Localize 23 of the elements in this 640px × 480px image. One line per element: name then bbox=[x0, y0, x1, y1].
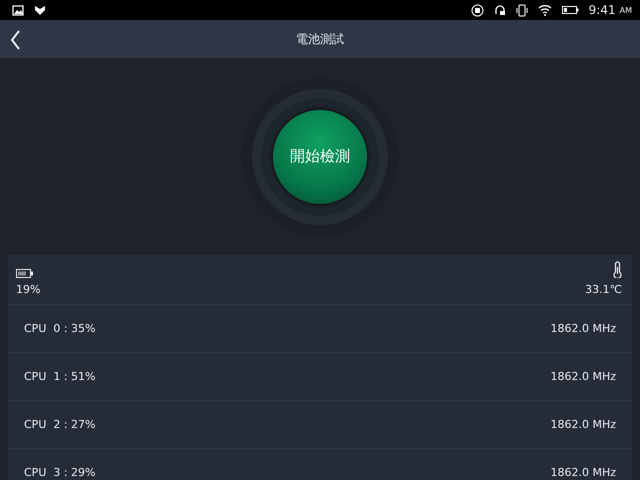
thermometer-icon bbox=[613, 261, 622, 278]
cpu-usage-label: CPU 1 : 51% bbox=[24, 370, 96, 383]
temperature-reading: 33.1℃ bbox=[585, 283, 622, 296]
image-icon bbox=[12, 4, 24, 16]
cpu-frequency: 1862.0 MHz bbox=[550, 370, 616, 383]
cpu-frequency: 1862.0 MHz bbox=[550, 466, 616, 479]
shield-icon bbox=[34, 4, 46, 16]
wifi-icon bbox=[538, 4, 552, 16]
battery-icon bbox=[16, 269, 33, 278]
cpu-frequency: 1862.0 MHz bbox=[550, 418, 616, 431]
headset-icon bbox=[494, 4, 506, 16]
clock-ampm: AM bbox=[620, 6, 632, 14]
cpu-usage-label: CPU 2 : 27% bbox=[24, 418, 96, 431]
status-app-icon bbox=[470, 4, 484, 16]
battery-icon bbox=[562, 5, 579, 15]
screen-title: 電池測試 bbox=[296, 30, 344, 48]
battery-percentage: 19% bbox=[16, 283, 40, 296]
vibrate-icon bbox=[516, 4, 528, 16]
start-test-button[interactable]: 開始檢測 bbox=[273, 110, 367, 204]
clock-time: 9:41 bbox=[588, 3, 616, 17]
cpu-usage-label: CPU 3 : 29% bbox=[24, 466, 96, 479]
cpu-frequency: 1862.0 MHz bbox=[550, 322, 616, 335]
cpu-usage-label: CPU 0 : 35% bbox=[24, 322, 96, 335]
